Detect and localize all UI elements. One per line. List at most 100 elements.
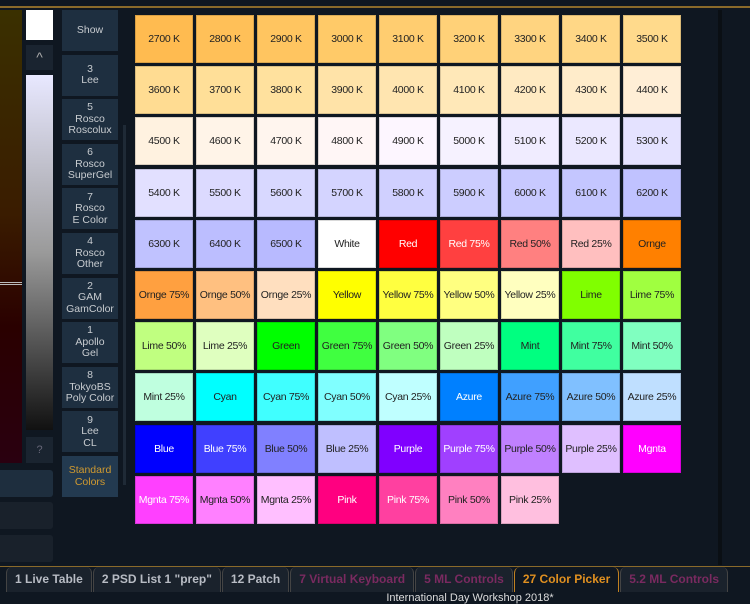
hue-slider-handle[interactable] — [0, 282, 22, 285]
color-swatch-button[interactable]: Mint 50% — [623, 322, 681, 371]
color-swatch-button[interactable]: Lime 25% — [196, 322, 254, 371]
color-swatch-button[interactable]: 5600 K — [257, 168, 315, 217]
color-swatch-button[interactable]: Ornge — [623, 219, 681, 268]
color-swatch-button[interactable]: 5300 K — [623, 117, 681, 166]
color-swatch-button[interactable]: 3900 K — [318, 66, 376, 115]
color-swatch-button[interactable]: 3600 K — [135, 66, 193, 115]
color-swatch-button[interactable]: Blue 25% — [318, 424, 376, 473]
color-swatch-button[interactable]: Mgnta 25% — [257, 475, 315, 524]
color-swatch-button[interactable]: Pink 25% — [501, 475, 559, 524]
gel-list-scrollbar[interactable] — [123, 125, 126, 485]
tab[interactable]: 5 ML Controls — [415, 567, 513, 592]
color-swatch-button[interactable]: Mint — [501, 322, 559, 371]
color-swatch-button[interactable]: Green — [257, 322, 315, 371]
color-swatch-button[interactable]: 3300 K — [501, 15, 559, 63]
color-swatch-button[interactable]: 5900 K — [440, 168, 498, 217]
color-swatch-button[interactable]: Pink — [318, 475, 376, 524]
color-swatch-button[interactable]: 5000 K — [440, 117, 498, 166]
gel-book-button[interactable]: 3 Lee — [62, 54, 118, 96]
color-swatch-button[interactable]: Pink 50% — [440, 475, 498, 524]
color-swatch-button[interactable]: 5400 K — [135, 168, 193, 217]
color-swatch-button[interactable]: Cyan 75% — [257, 373, 315, 422]
color-swatch-button[interactable]: 3700 K — [196, 66, 254, 115]
color-swatch-button[interactable]: White — [318, 219, 376, 268]
brightness-slider[interactable] — [26, 75, 53, 430]
color-swatch-button[interactable]: 2700 K — [135, 15, 193, 63]
color-swatch-button[interactable]: Azure 50% — [562, 373, 620, 422]
color-swatch-button[interactable]: Lime 75% — [623, 271, 681, 319]
color-swatch-button[interactable]: 4500 K — [135, 117, 193, 166]
gel-book-button[interactable]: 2 GAM GamColor — [62, 277, 118, 319]
tab[interactable]: 7 Virtual Keyboard — [290, 567, 415, 592]
color-swatch-button[interactable]: 6500 K — [257, 219, 315, 268]
gel-book-button[interactable]: 8 TokyoBS Poly Color — [62, 366, 118, 408]
color-swatch-button[interactable]: Red 75% — [440, 219, 498, 268]
color-swatch-button[interactable]: 5200 K — [562, 117, 620, 166]
color-swatch-button[interactable]: Red 25% — [562, 219, 620, 268]
color-swatch-button[interactable]: Green 25% — [440, 322, 498, 371]
color-swatch-button[interactable]: Ornge 50% — [196, 271, 254, 319]
color-swatch-button[interactable]: 4900 K — [379, 117, 437, 166]
color-swatch-button[interactable]: Cyan 25% — [379, 373, 437, 422]
color-swatch-button[interactable]: Blue 75% — [196, 424, 254, 473]
color-swatch-button[interactable]: 3000 K — [318, 15, 376, 63]
color-swatch-button[interactable]: 5100 K — [501, 117, 559, 166]
color-swatch-button[interactable]: 3400 K — [562, 15, 620, 63]
color-swatch-button[interactable]: Yellow 75% — [379, 271, 437, 319]
color-swatch-button[interactable]: 2900 K — [257, 15, 315, 63]
color-swatch-button[interactable]: 6000 K — [501, 168, 559, 217]
hue-slider[interactable] — [0, 10, 22, 463]
color-swatch-button[interactable]: Ornge 25% — [257, 271, 315, 319]
color-swatch-button[interactable]: 4700 K — [257, 117, 315, 166]
color-swatch-button[interactable]: Green 50% — [379, 322, 437, 371]
tab[interactable]: 2 PSD List 1 "prep" — [92, 567, 221, 592]
color-swatch-button[interactable]: Purple 50% — [501, 424, 559, 473]
color-swatch-button[interactable]: 5800 K — [379, 168, 437, 217]
color-swatch-button[interactable]: Red — [379, 219, 437, 268]
color-swatch-button[interactable]: Yellow — [318, 271, 376, 319]
color-swatch-button[interactable]: 4200 K — [501, 66, 559, 115]
gel-book-button[interactable]: Show — [62, 10, 118, 51]
color-swatch-button[interactable]: Azure 25% — [623, 373, 681, 422]
left-button-1[interactable] — [0, 470, 53, 497]
gel-book-button[interactable]: Standard Colors — [62, 456, 118, 497]
gel-book-button[interactable]: 6 Rosco SuperGel — [62, 143, 118, 185]
color-swatch-button[interactable]: 3500 K — [623, 15, 681, 63]
color-swatch-button[interactable]: Mgnta — [623, 424, 681, 473]
color-swatch-button[interactable]: Cyan 50% — [318, 373, 376, 422]
color-swatch-button[interactable]: Pink 75% — [379, 475, 437, 524]
color-swatch-button[interactable]: Blue 50% — [257, 424, 315, 473]
tab[interactable]: 1 Live Table — [6, 567, 92, 592]
color-swatch-button[interactable]: 2800 K — [196, 15, 254, 63]
color-swatch-button[interactable]: 3100 K — [379, 15, 437, 63]
gel-book-button[interactable]: 7 Rosco E Color — [62, 188, 118, 230]
color-swatch-button[interactable]: Mint 25% — [135, 373, 193, 422]
color-swatch-button[interactable]: Red 50% — [501, 219, 559, 268]
help-button[interactable]: ? — [26, 437, 53, 463]
color-swatch-button[interactable]: 3800 K — [257, 66, 315, 115]
gel-book-button[interactable]: 9 Lee CL — [62, 411, 118, 453]
color-swatch-button[interactable]: 4400 K — [623, 66, 681, 115]
color-swatch-button[interactable]: Azure 75% — [501, 373, 559, 422]
tab[interactable]: 5.2 ML Controls — [620, 567, 729, 592]
color-swatch-button[interactable]: Mgnta 50% — [196, 475, 254, 524]
color-swatch-button[interactable]: Lime 50% — [135, 322, 193, 371]
color-swatch-button[interactable]: Mgnta 75% — [135, 475, 193, 524]
color-swatch-button[interactable]: Purple 25% — [562, 424, 620, 473]
color-swatch-button[interactable]: 5700 K — [318, 168, 376, 217]
color-swatch-button[interactable]: 5500 K — [196, 168, 254, 217]
scroll-up-button[interactable]: ^ — [26, 45, 53, 70]
color-swatch-button[interactable]: 6200 K — [623, 168, 681, 217]
color-swatch-button[interactable]: 4000 K — [379, 66, 437, 115]
color-swatch-button[interactable]: Azure — [440, 373, 498, 422]
color-swatch-button[interactable]: Lime — [562, 271, 620, 319]
color-swatch-button[interactable]: Yellow 50% — [440, 271, 498, 319]
gel-book-button[interactable]: 4 Rosco Other — [62, 233, 118, 274]
color-swatch-button[interactable]: 6300 K — [135, 219, 193, 268]
color-swatch-button[interactable]: Ornge 75% — [135, 271, 193, 319]
color-swatch-button[interactable]: 3200 K — [440, 15, 498, 63]
color-swatch-button[interactable]: Green 75% — [318, 322, 376, 371]
color-swatch-button[interactable]: Mint 75% — [562, 322, 620, 371]
tab[interactable]: 27 Color Picker — [513, 567, 620, 592]
color-swatch-button[interactable]: 6400 K — [196, 219, 254, 268]
